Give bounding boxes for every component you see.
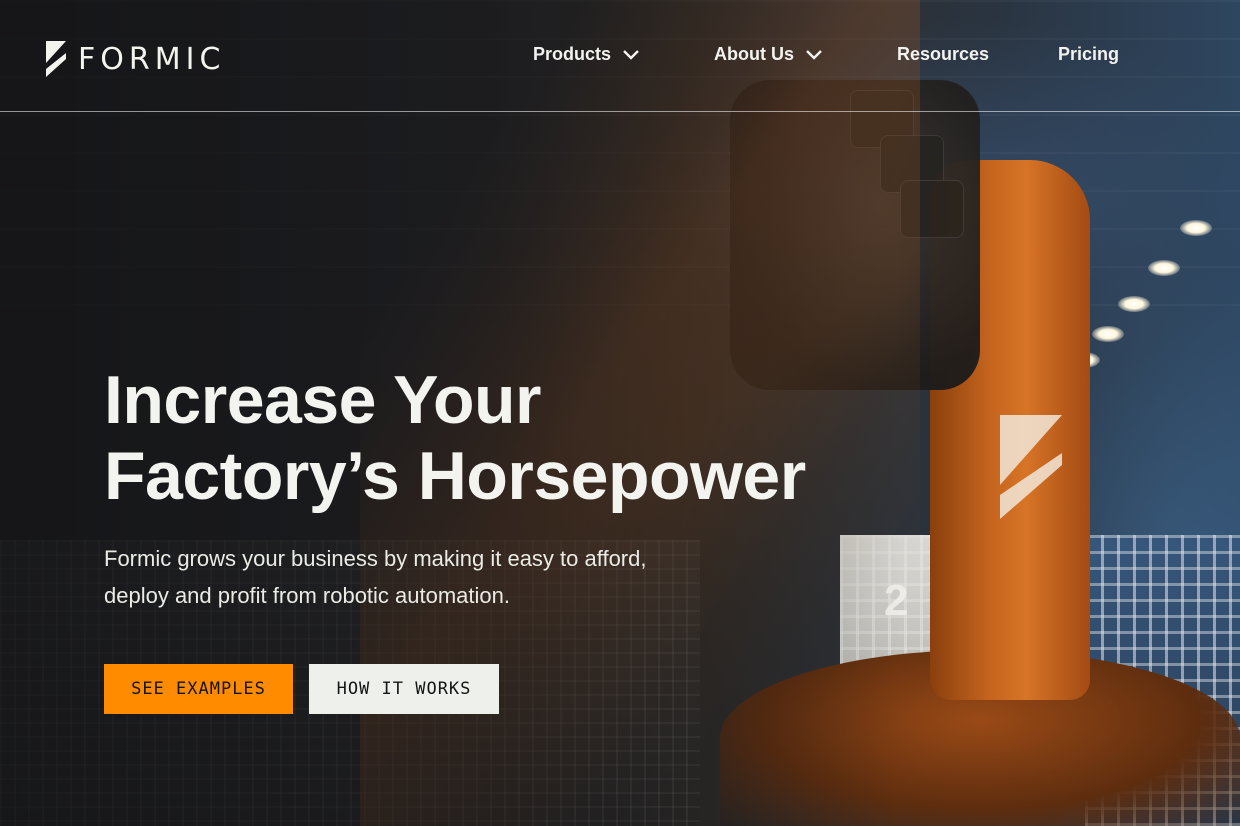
formic-logo-icon [46, 41, 66, 77]
chevron-down-icon [806, 49, 822, 60]
hero-subtitle: Formic grows your business by making it … [104, 540, 744, 614]
brand-logo[interactable]: FORMIC [44, 40, 225, 78]
see-examples-button[interactable]: SEE EXAMPLES [104, 664, 293, 714]
nav-item-pricing[interactable]: Pricing [1058, 44, 1119, 65]
nav-item-label: Products [533, 44, 612, 64]
how-it-works-button[interactable]: HOW IT WORKS [309, 664, 499, 714]
nav-item-about-us[interactable]: About Us [714, 44, 822, 65]
hero-page: 2 FORMIC Products [0, 0, 1240, 826]
top-navbar: FORMIC Products About Us Resources Prici… [0, 0, 1240, 112]
hero-subtitle-line: deploy and profit from robotic automatio… [104, 583, 511, 608]
nav-item-resources[interactable]: Resources [897, 44, 989, 65]
nav-item-label: About Us [714, 44, 794, 64]
nav-item-label: Pricing [1058, 44, 1120, 64]
light [1092, 326, 1124, 342]
formic-logo-decal-icon [1000, 415, 1062, 519]
light [1118, 296, 1150, 312]
nav-item-label: Resources [897, 44, 990, 64]
hero-title-line: Increase Your [104, 362, 542, 438]
nav-item-products[interactable]: Products [533, 44, 639, 65]
hero-subtitle-line: Formic grows your business by making it … [104, 546, 647, 571]
hero-title-line: Factory’s Horsepower [104, 438, 806, 514]
light [1180, 220, 1212, 236]
hero-title: Increase Your Factory’s Horsepower [104, 362, 884, 514]
brand-name: FORMIC [78, 41, 226, 77]
light [1148, 260, 1180, 276]
chevron-down-icon [623, 49, 639, 60]
